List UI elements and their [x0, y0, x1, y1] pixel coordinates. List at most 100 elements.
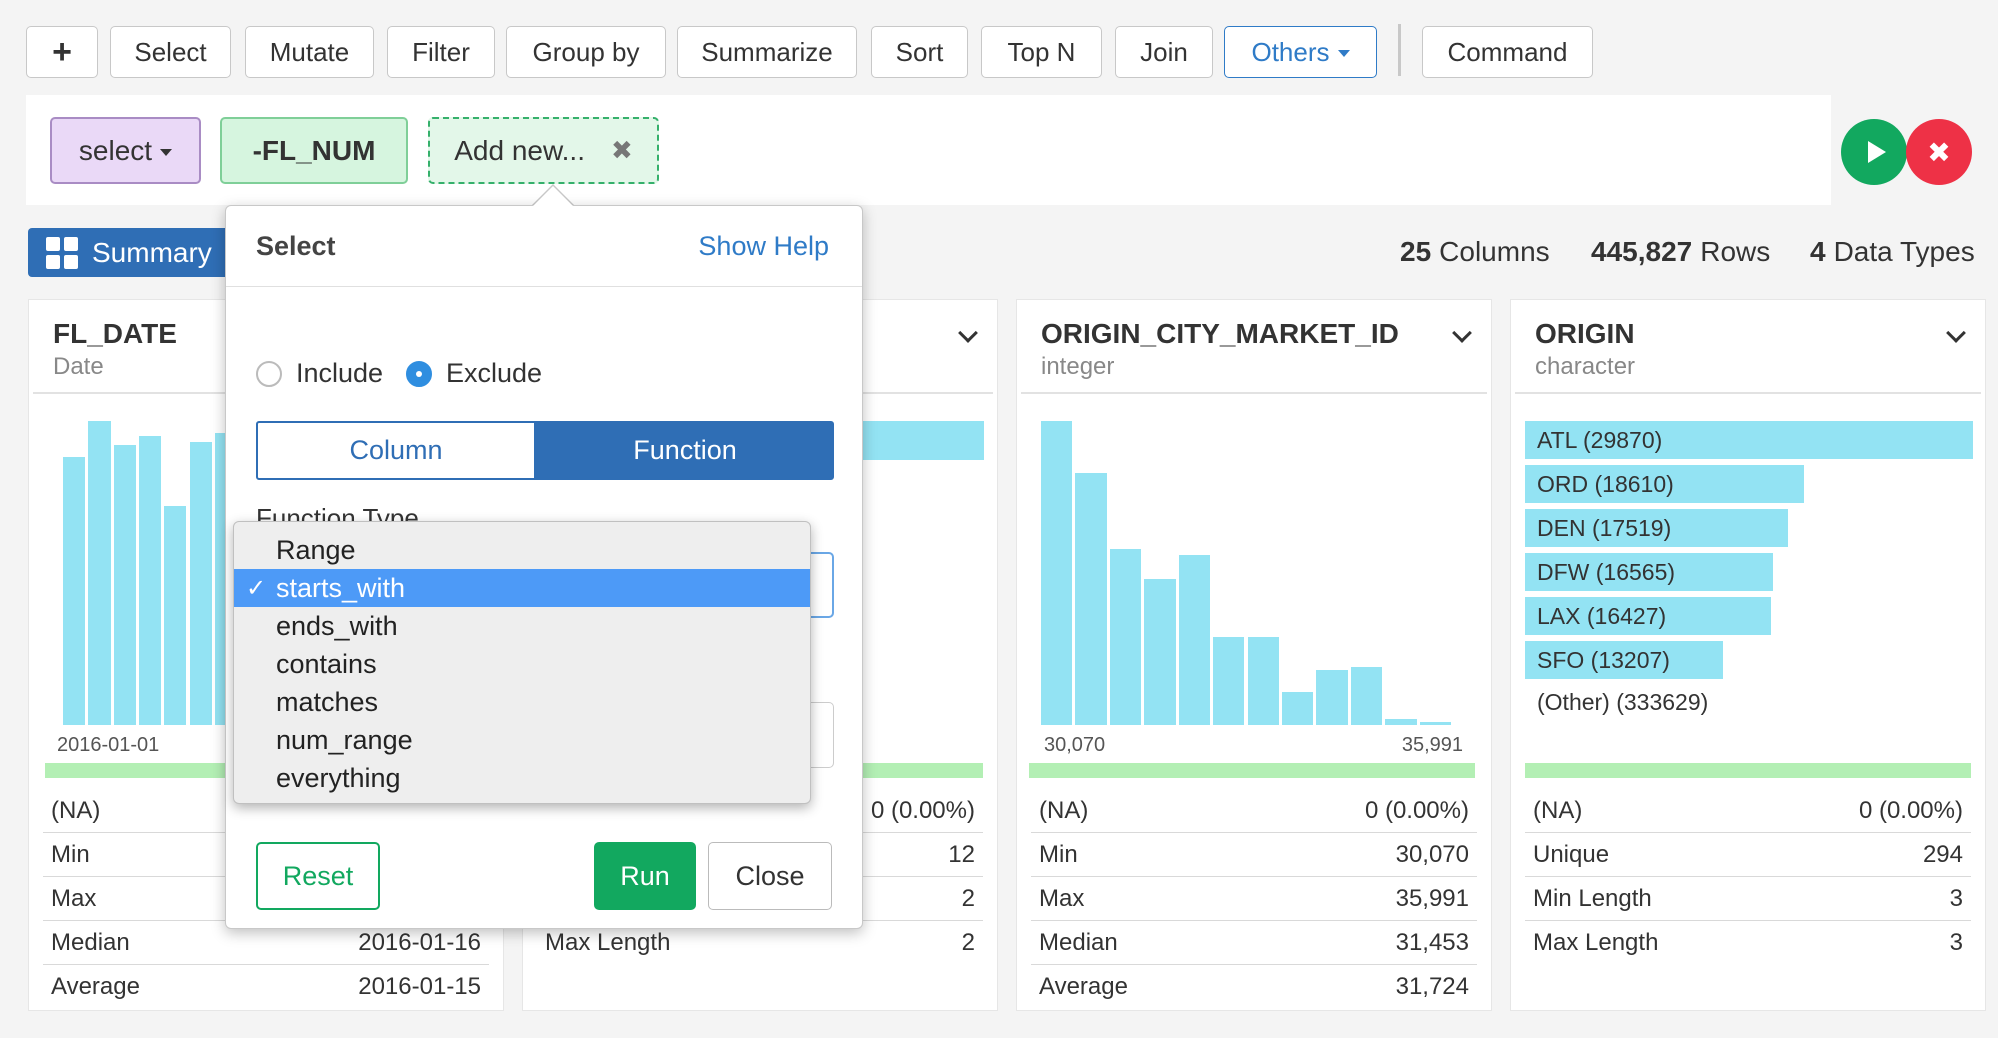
verb-label: select	[78, 134, 153, 166]
histogram-bar	[1385, 719, 1417, 725]
toolbar: + Select Mutate Filter Group by Summariz…	[0, 0, 1998, 95]
show-help-link[interactable]: Show Help	[698, 231, 829, 262]
radio-circle	[256, 360, 282, 387]
stat-row: (NA) 0 (0.00%)	[1525, 789, 1971, 833]
exclude-radio[interactable]: Exclude	[406, 358, 542, 389]
option-range[interactable]: Range	[234, 531, 810, 569]
histogram-bar	[1281, 692, 1314, 725]
column-type: character	[1535, 353, 1636, 380]
option-contains[interactable]: contains	[234, 645, 810, 683]
verb-select-dropdown[interactable]: select	[50, 117, 201, 184]
add-new-token[interactable]: Add new... ✖	[428, 117, 659, 184]
toolbar-divider	[1398, 24, 1401, 76]
stat-row: Min Length 3	[1525, 877, 1971, 921]
histogram-bar	[189, 442, 212, 725]
popover-title: Select	[256, 231, 336, 261]
run-command-button[interactable]	[1841, 119, 1907, 185]
histogram-bar	[113, 445, 136, 725]
na-ratio-bar	[1029, 763, 1475, 778]
stat-row: Median 31,453	[1031, 921, 1477, 965]
chevron-down-icon[interactable]	[1946, 323, 1966, 343]
category-bar: SFO (13207)	[1525, 641, 1723, 679]
histogram-bar	[1316, 670, 1348, 725]
join-button[interactable]: Join	[1115, 26, 1213, 78]
caret-down-icon	[1337, 50, 1350, 57]
option-starts-with[interactable]: ✓ starts_with	[234, 569, 810, 607]
popover-arrow-fill	[533, 186, 573, 206]
na-ratio-bar	[1525, 763, 1971, 778]
category-bar: LAX (16427)	[1525, 597, 1771, 635]
chevron-down-icon[interactable]	[958, 323, 978, 343]
reset-button[interactable]: Reset	[256, 842, 380, 910]
mutate-button[interactable]: Mutate	[245, 26, 374, 78]
add-step-button[interactable]: +	[26, 26, 98, 78]
filter-button[interactable]: Filter	[387, 26, 495, 78]
play-icon	[1867, 141, 1886, 163]
data-types-count: 4 Data Types	[1810, 236, 1975, 267]
stat-row: Average 31,724	[1039, 973, 1469, 1000]
cancel-command-button[interactable]: ✖	[1906, 119, 1972, 185]
histogram-bar	[1109, 549, 1142, 725]
column-token[interactable]: -FL_NUM	[220, 117, 408, 184]
stat-row: Average 2016-01-15	[51, 973, 481, 1000]
select-button[interactable]: Select	[110, 26, 231, 78]
close-icon: ✖	[1927, 136, 1951, 168]
column-name: FL_DATE	[53, 318, 177, 349]
column-type: integer	[1041, 353, 1115, 380]
category-bar: ORD (18610)	[1525, 465, 1804, 503]
sort-button[interactable]: Sort	[871, 26, 968, 78]
option-matches[interactable]: matches	[234, 683, 810, 721]
histogram-bar	[164, 506, 187, 725]
option-ends-with[interactable]: ends_with	[234, 607, 810, 645]
histogram-bar	[1144, 579, 1176, 725]
histogram-bar	[1419, 722, 1451, 725]
include-label: Include	[296, 358, 384, 388]
caret-down-icon	[160, 148, 173, 156]
radio-circle-selected	[406, 360, 432, 387]
summary-label: Summary	[92, 236, 212, 268]
stat-row: (NA) 0 (0.00%)	[1031, 789, 1477, 833]
top-n-button[interactable]: Top N	[981, 26, 1102, 78]
stat-row: Min 30,070	[1031, 833, 1477, 877]
add-new-label: Add new...	[454, 134, 585, 166]
summary-view-button[interactable]: Summary	[28, 228, 228, 277]
column-name: ORIGIN	[1535, 318, 1635, 349]
histogram-bar	[1350, 667, 1383, 725]
command-builder: select -FL_NUM Add new... ✖	[26, 95, 1831, 205]
tab-function[interactable]: Function	[536, 421, 834, 480]
na-ratio-bar	[863, 763, 983, 778]
command-button[interactable]: Command	[1422, 26, 1593, 78]
option-everything[interactable]: everything	[234, 759, 810, 797]
column-card-origin-city-market-id: ORIGIN_CITY_MARKET_ID integer 30,070 35,…	[1016, 299, 1492, 1011]
columns-count: 25 Columns	[1400, 236, 1550, 267]
others-label: Others	[1251, 36, 1330, 67]
category-bar: DEN (17519)	[1525, 509, 1788, 547]
axis-min-label: 2016-01-01	[57, 734, 160, 756]
summarize-button[interactable]: Summarize	[677, 26, 857, 78]
category-bar: ATL (29870)	[1525, 421, 1973, 459]
axis-max-label: 35,991	[1401, 734, 1463, 756]
include-radio[interactable]: Include	[256, 358, 383, 389]
column-card-origin: ORIGIN character ATL (29870) ORD (18610) D…	[1510, 299, 1986, 1011]
function-type-dropdown-list: Range ✓ starts_with ends_with contains ma…	[233, 521, 811, 804]
chevron-down-icon[interactable]	[1452, 323, 1472, 343]
histogram-bar	[138, 436, 162, 725]
histogram-bar	[1178, 555, 1211, 725]
histogram-bar	[1075, 473, 1107, 725]
other-category-label: (Other) (333629)	[1537, 689, 1709, 715]
histogram-bar	[1041, 421, 1073, 725]
category-bar: DFW (16565)	[1525, 553, 1773, 591]
stat-row: Max Length 3	[1533, 929, 1963, 956]
option-num-range[interactable]: num_range	[234, 721, 810, 759]
close-button[interactable]: Close	[708, 842, 832, 910]
tab-column[interactable]: Column	[256, 421, 536, 480]
histogram-bar	[88, 421, 111, 725]
group-by-button[interactable]: Group by	[506, 26, 666, 78]
column-name: ORIGIN_CITY_MARKET_ID	[1041, 318, 1399, 349]
column-type: Date	[53, 353, 104, 380]
run-button[interactable]: Run	[594, 842, 696, 910]
exclude-label: Exclude	[446, 358, 543, 388]
histogram-bar	[1213, 637, 1245, 725]
others-dropdown-button[interactable]: Others	[1224, 26, 1377, 78]
remove-token-icon[interactable]: ✖	[611, 135, 633, 166]
